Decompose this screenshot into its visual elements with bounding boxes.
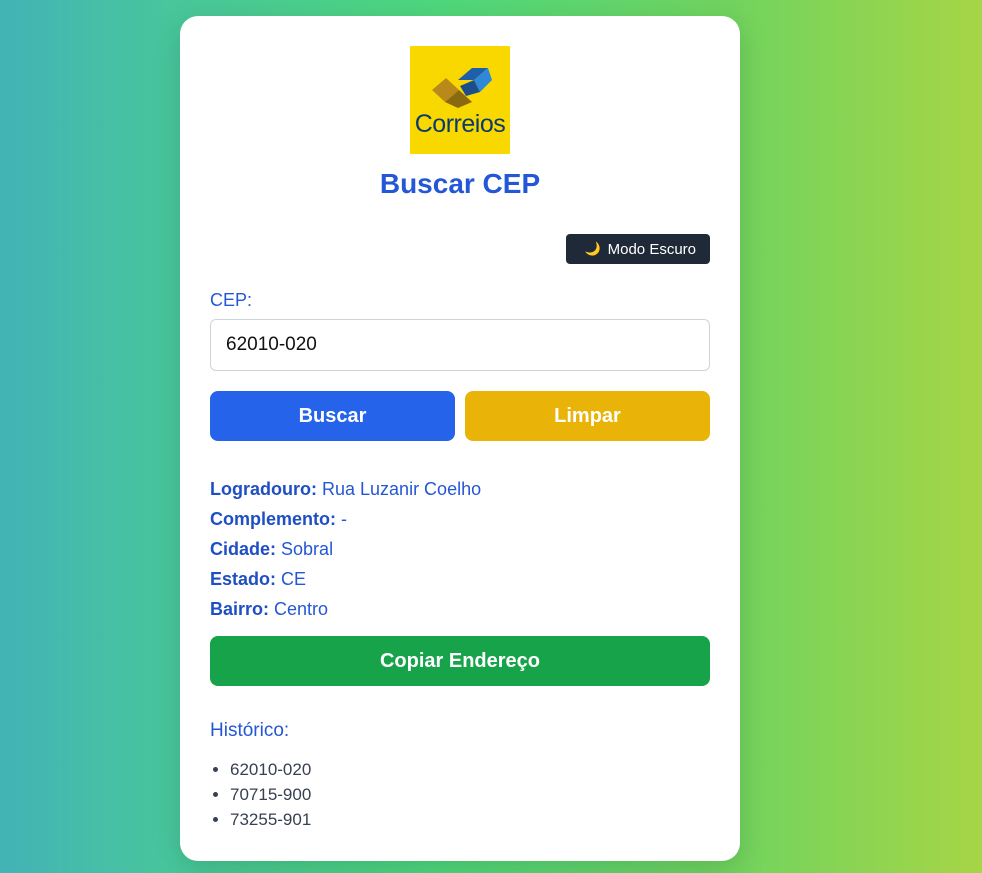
- result-value: Centro: [274, 599, 329, 619]
- history-title: Histórico:: [210, 720, 290, 741]
- history-list: 62010-020 70715-900 73255-901: [210, 757, 311, 832]
- cep-input[interactable]: [210, 319, 710, 371]
- result-label: Cidade:: [210, 539, 277, 559]
- search-button[interactable]: Buscar: [210, 391, 455, 441]
- page-title: Buscar CEP: [379, 168, 541, 199]
- result-label: Logradouro:: [210, 479, 317, 499]
- result-row-bairro: Bairro: Centro: [210, 594, 710, 624]
- result-value: CE: [281, 569, 307, 589]
- result-value: Sobral: [281, 539, 334, 559]
- result-value: -: [341, 509, 348, 529]
- history-item[interactable]: 73255-901: [230, 807, 311, 832]
- result-label: Bairro:: [210, 599, 270, 619]
- result-row-complemento: Complemento: -: [210, 504, 710, 534]
- cep-card: Correios Buscar CEP 🌙 Modo Escuro CEP: B…: [180, 16, 740, 861]
- logo-wordmark: Correios: [414, 110, 506, 138]
- result-row-logradouro: Logradouro: Rua Luzanir Coelho: [210, 474, 710, 504]
- address-result: Logradouro: Rua Luzanir Coelho Complemen…: [210, 474, 710, 624]
- result-value: Rua Luzanir Coelho: [322, 479, 482, 499]
- copy-address-button[interactable]: Copiar Endereço: [210, 636, 710, 686]
- result-row-estado: Estado: CE: [210, 564, 710, 594]
- correios-logo: Correios: [410, 46, 510, 154]
- clear-button[interactable]: Limpar: [465, 391, 710, 441]
- cep-label: CEP:: [210, 290, 253, 310]
- history-item[interactable]: 70715-900: [230, 782, 311, 807]
- moon-icon: 🌙: [584, 241, 601, 256]
- result-row-cidade: Cidade: Sobral: [210, 534, 710, 564]
- dark-mode-label: Modo Escuro: [607, 240, 696, 258]
- result-label: Estado:: [210, 569, 277, 589]
- result-label: Complemento:: [210, 509, 336, 529]
- dark-mode-button[interactable]: 🌙 Modo Escuro: [566, 234, 710, 264]
- history-item[interactable]: 62010-020: [230, 757, 311, 782]
